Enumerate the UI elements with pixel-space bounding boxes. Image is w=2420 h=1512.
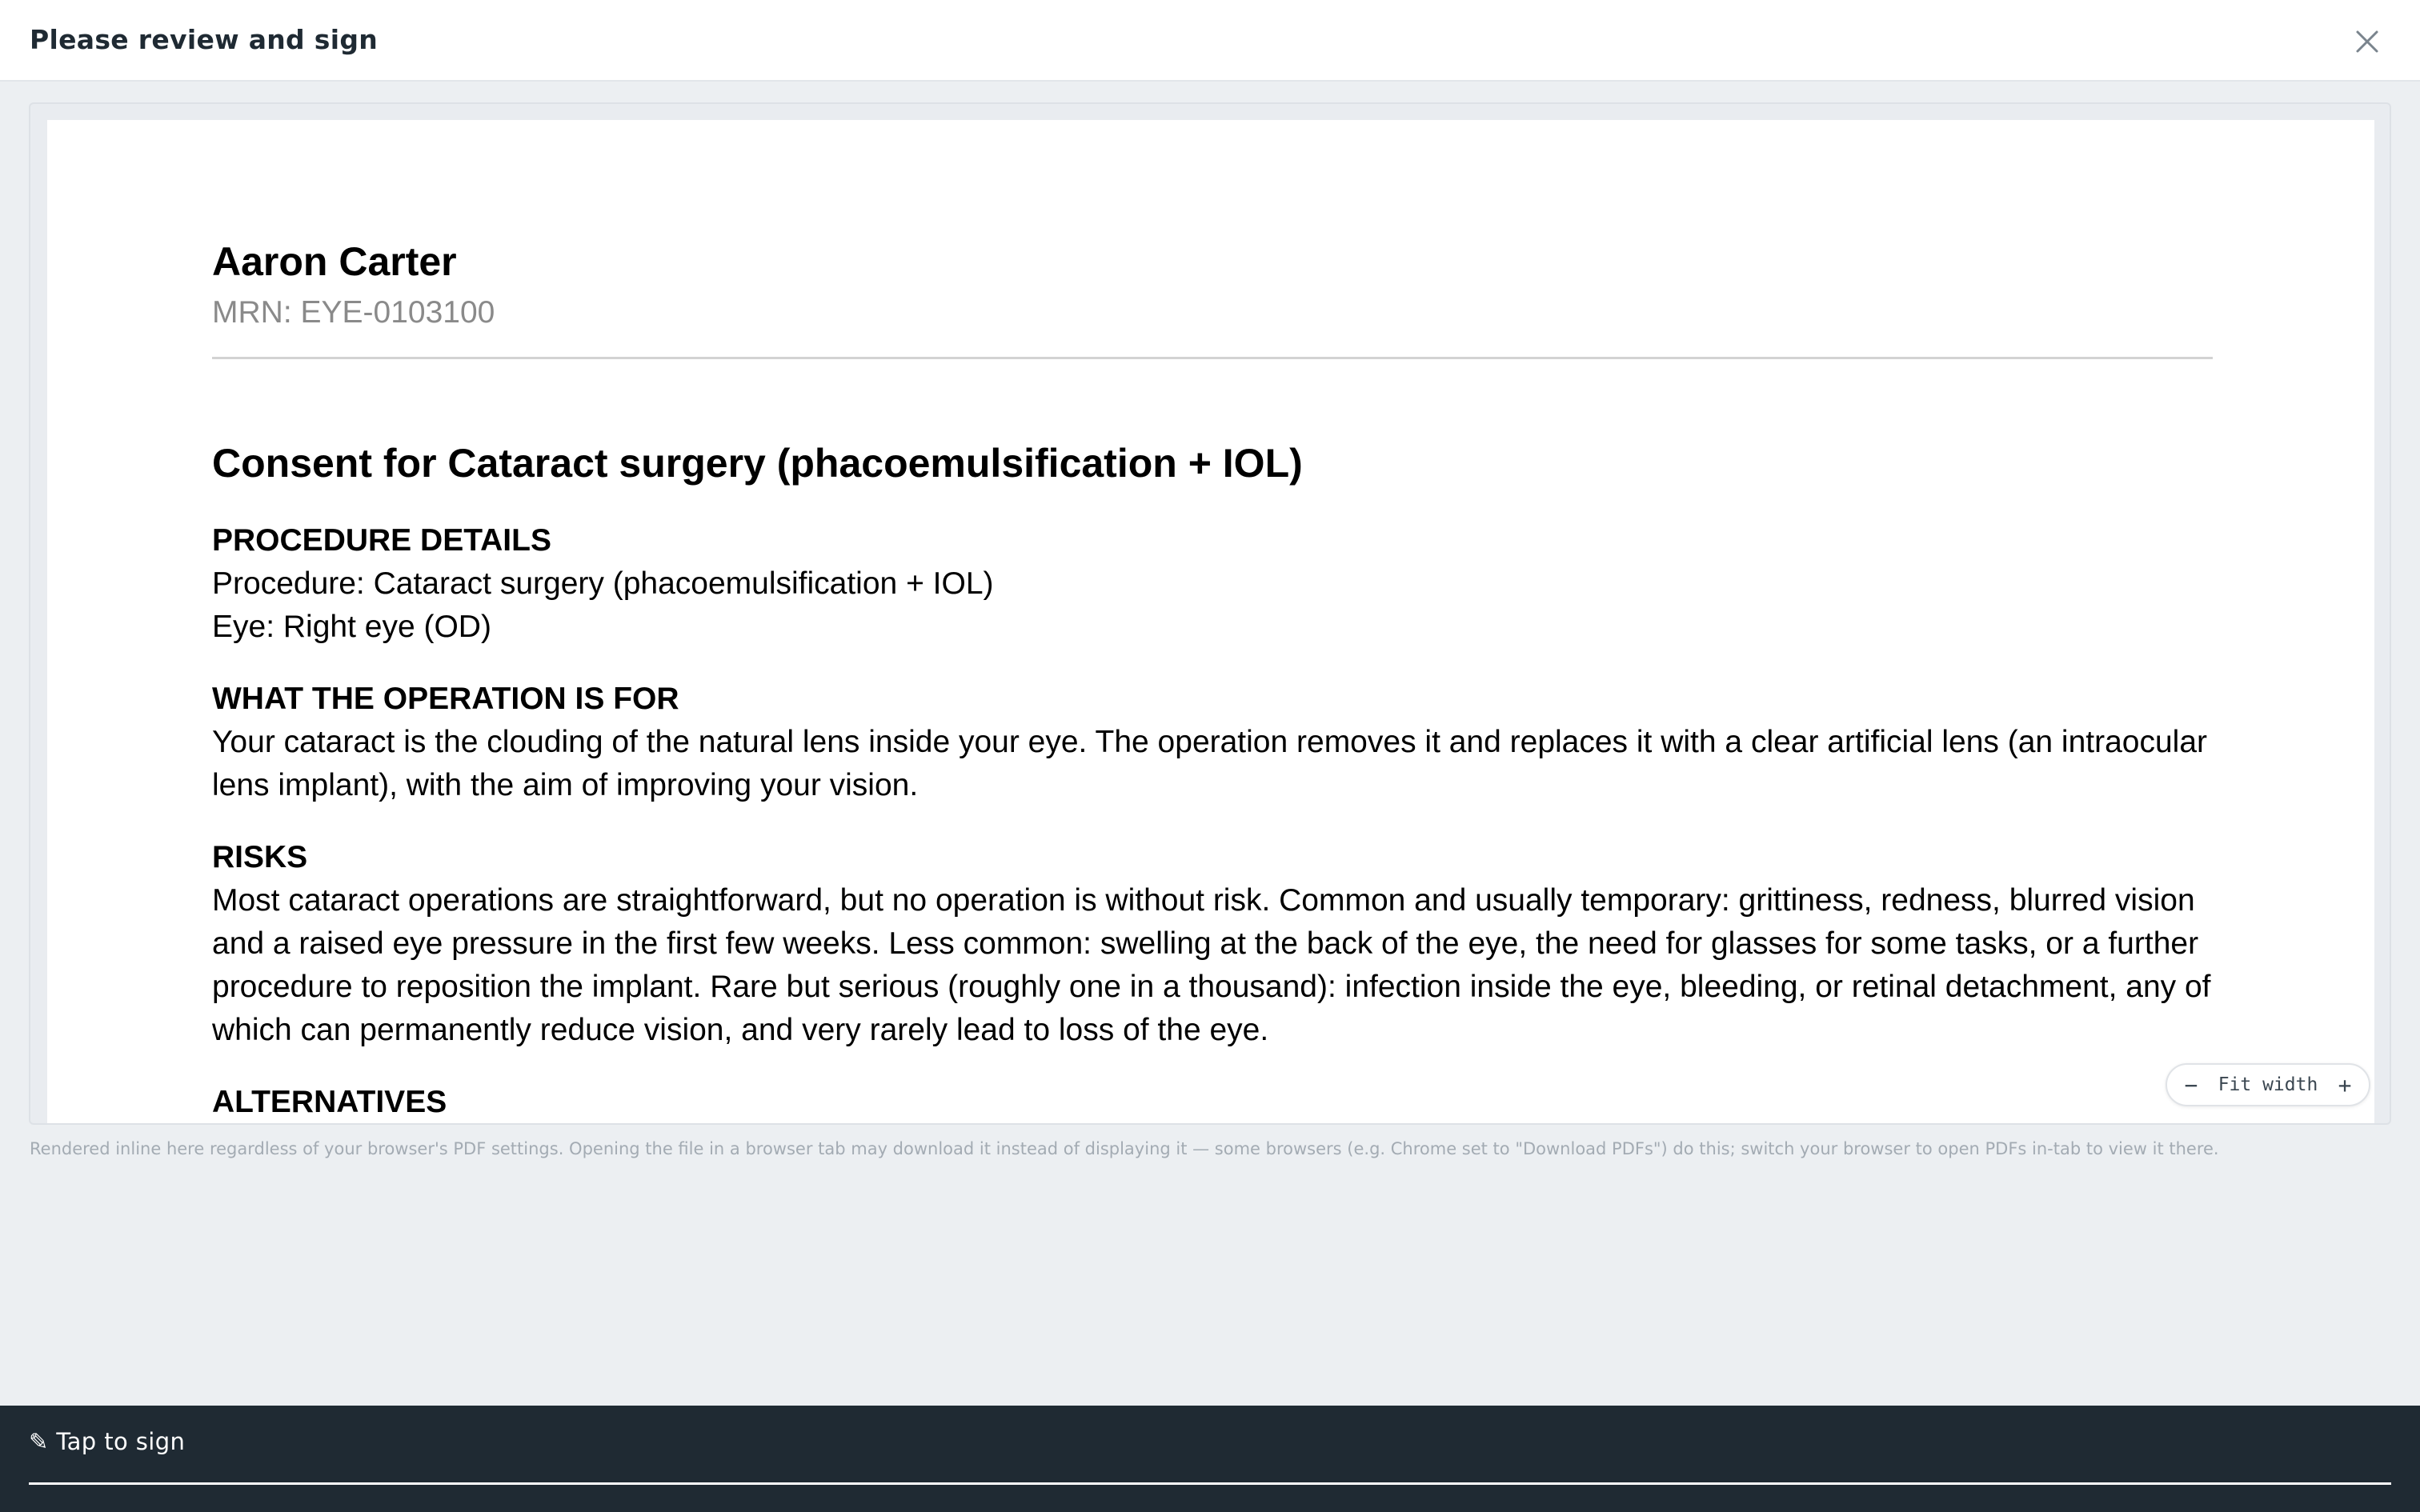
patient-mrn: MRN: EYE-0103100 bbox=[212, 295, 495, 330]
eye-line: Eye: Right eye (OD) bbox=[212, 610, 491, 644]
risks-paragraph: Most cataract operations are straightfor… bbox=[212, 883, 2211, 1047]
zoom-in-button[interactable]: + bbox=[2332, 1072, 2358, 1098]
close-button[interactable] bbox=[2350, 24, 2385, 59]
modal-title: Please review and sign bbox=[30, 24, 379, 55]
zoom-out-button[interactable]: − bbox=[2178, 1072, 2204, 1098]
signature-line bbox=[29, 1482, 2391, 1485]
tap-to-sign-button[interactable]: ✎ Tap to sign bbox=[29, 1428, 2391, 1478]
signature-footer: ✎ Tap to sign bbox=[0, 1406, 2420, 1512]
modal-header: Please review and sign bbox=[0, 0, 2420, 82]
patient-name: Aaron Carter bbox=[212, 239, 457, 284]
pdf-viewer[interactable]: Aaron Carter MRN: EYE-0103100 Consent fo… bbox=[29, 102, 2391, 1125]
section-heading-procedure-details: PROCEDURE DETAILS bbox=[212, 523, 551, 558]
tap-to-sign-label: ✎ Tap to sign bbox=[29, 1428, 186, 1455]
zoom-controls: − Fit width + bbox=[2166, 1063, 2370, 1106]
pdf-page: Aaron Carter MRN: EYE-0103100 Consent fo… bbox=[47, 120, 2374, 1123]
document-title: Consent for Cataract surgery (phacoemuls… bbox=[212, 441, 1303, 486]
section-heading-purpose: WHAT THE OPERATION IS FOR bbox=[212, 682, 679, 716]
close-icon bbox=[2356, 30, 2378, 53]
purpose-paragraph: Your cataract is the clouding of the nat… bbox=[212, 725, 2208, 802]
section-heading-alternatives: ALTERNATIVES bbox=[212, 1085, 447, 1119]
divider bbox=[212, 357, 2213, 359]
section-heading-risks: RISKS bbox=[212, 840, 308, 874]
pdf-helper-note: Rendered inline here regardless of your … bbox=[30, 1139, 2219, 1158]
procedure-line: Procedure: Cataract surgery (phacoemulsi… bbox=[212, 566, 994, 601]
fit-width-button[interactable]: Fit width bbox=[2218, 1074, 2318, 1095]
consent-document: Aaron Carter MRN: EYE-0103100 Consent fo… bbox=[212, 238, 2213, 1123]
